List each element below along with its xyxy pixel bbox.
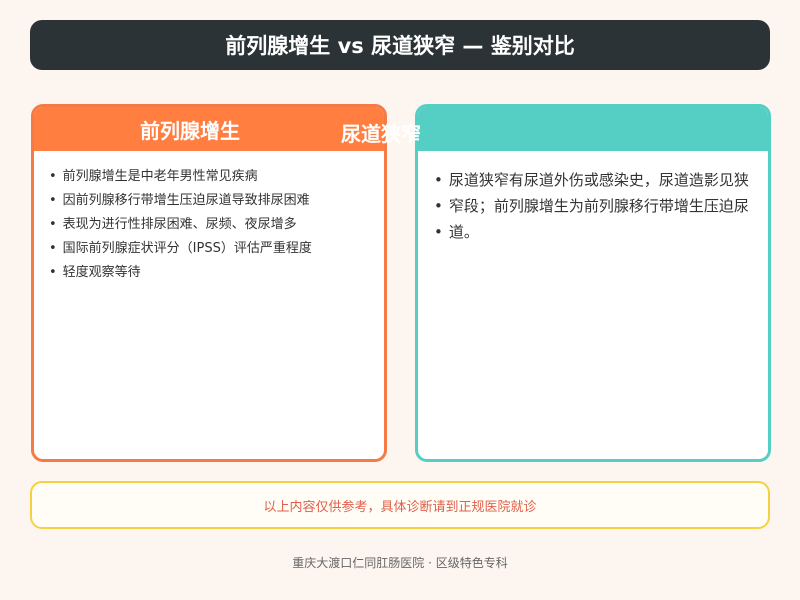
list-item-text: 国际前列腺症状评分（IPSS）评估严重程度 (62, 241, 312, 256)
list-item-text: 尿道狭窄有尿道外伤或感染史，尿道造影见狭 (448, 171, 749, 189)
right-point-list: • 尿道狭窄有尿道外伤或感染史，尿道造影见狭 • 窄段；前列腺增生为前列腺移行带增生… (418, 151, 768, 245)
list-item: • 表现为进行性排尿困难、尿频、夜尿增多 (49, 213, 384, 237)
bullet-icon: • (434, 197, 443, 215)
bullet-icon: • (49, 265, 57, 280)
list-item-text: 前列腺增生是中老年男性常见疾病 (62, 169, 258, 184)
bullet-icon: • (49, 169, 57, 184)
urethral-stricture-panel: • 尿道狭窄有尿道外伤或感染史，尿道造影见狭 • 窄段；前列腺增生为前列腺移行带增生… (415, 104, 771, 462)
disclaimer-text: 以上内容仅供参考，具体诊断请到正规医院就诊 (263, 499, 537, 515)
page-title: 前列腺增生 vs 尿道狭窄 — 鉴别对比 (225, 34, 575, 58)
list-item-text: 因前列腺移行带增生压迫尿道导致排尿困难 (62, 193, 310, 208)
right-panel-header (418, 107, 768, 151)
list-item: • 窄段；前列腺增生为前列腺移行带增生压迫尿 (434, 193, 768, 219)
list-item-text: 道。 (448, 223, 479, 241)
left-panel-heading: 前列腺增生 (140, 118, 240, 143)
right-panel-heading: 尿道狭窄 (341, 122, 421, 146)
list-item-text: 窄段；前列腺增生为前列腺移行带增生压迫尿 (448, 197, 749, 215)
list-item: • 因前列腺移行带增生压迫尿道导致排尿困难 (49, 189, 384, 213)
title-bar: 前列腺增生 vs 尿道狭窄 — 鉴别对比 (30, 20, 770, 70)
bullet-icon: • (49, 241, 57, 256)
list-item: • 轻度观察等待 (49, 261, 384, 285)
list-item: • 国际前列腺症状评分（IPSS）评估严重程度 (49, 237, 384, 261)
list-item-text: 轻度观察等待 (62, 265, 141, 280)
disclaimer-notice: 以上内容仅供参考，具体诊断请到正规医院就诊 (30, 481, 770, 529)
footer-credit: 重庆大渡口仁同肛肠医院 · 区级特色专科 (292, 556, 508, 570)
bullet-icon: • (49, 217, 57, 232)
left-panel-header: 前列腺增生 (34, 107, 384, 151)
bullet-icon: • (434, 223, 443, 241)
list-item-text: 表现为进行性排尿困难、尿频、夜尿增多 (62, 217, 297, 232)
prostate-hyperplasia-panel: 前列腺增生 • 前列腺增生是中老年男性常见疾病 • 因前列腺移行带增生压迫尿道导致排… (31, 104, 387, 462)
bullet-icon: • (434, 171, 443, 189)
list-item: • 尿道狭窄有尿道外伤或感染史，尿道造影见狭 (434, 167, 768, 193)
bullet-icon: • (49, 193, 57, 208)
list-item: • 前列腺增生是中老年男性常见疾病 (49, 165, 384, 189)
left-point-list: • 前列腺增生是中老年男性常见疾病 • 因前列腺移行带增生压迫尿道导致排尿困难 • 表… (34, 151, 384, 285)
list-item: • 道。 (434, 219, 768, 245)
